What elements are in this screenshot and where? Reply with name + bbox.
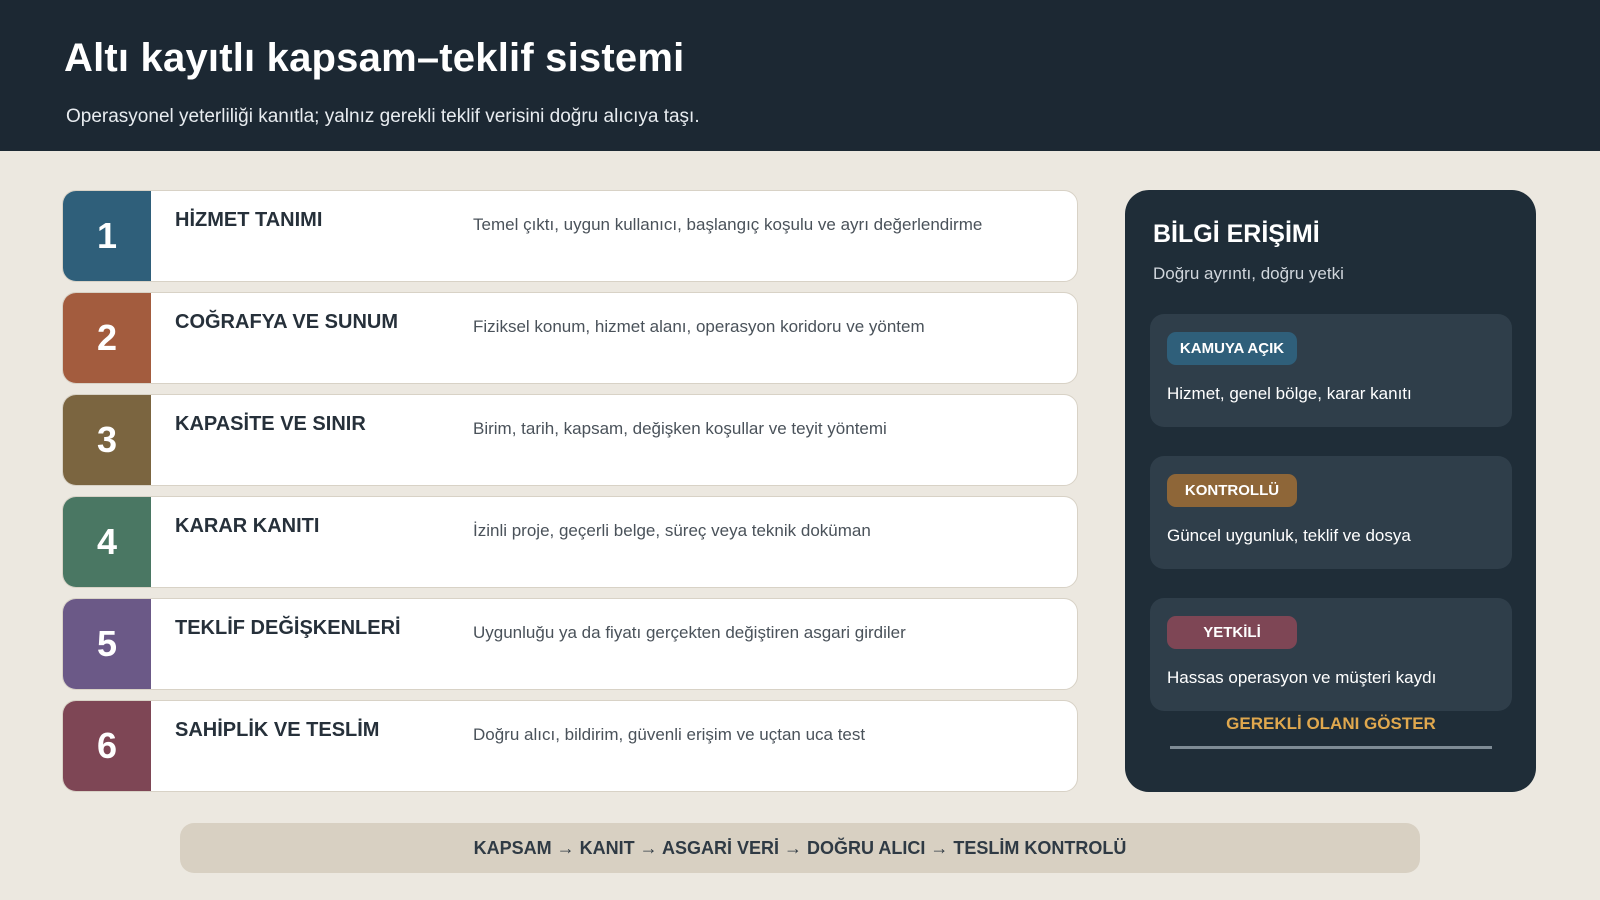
- access-card-authorized: YETKİLİ Hassas operasyon ve müşteri kayd…: [1150, 598, 1512, 711]
- step-number: 1: [63, 191, 151, 281]
- access-card-text: Güncel uygunluk, teklif ve dosya: [1167, 526, 1411, 545]
- step-description: Fiziksel konum, hizmet alanı, operasyon …: [473, 317, 925, 336]
- flow-summary-bar: KAPSAM → KANIT → ASGARİ VERİ → DOĞRU ALI…: [180, 823, 1420, 873]
- show-required-link[interactable]: GEREKLİ OLANI GÖSTER: [1170, 714, 1492, 734]
- access-badge: KONTROLLÜ: [1167, 474, 1297, 507]
- step-row: 6 SAHİPLİK VE TESLİM Doğru alıcı, bildir…: [62, 700, 1078, 792]
- step-title: HİZMET TANIMI: [175, 209, 323, 231]
- step-number: 4: [63, 497, 151, 587]
- access-badge: KAMUYA AÇIK: [1167, 332, 1297, 365]
- step-number: 2: [63, 293, 151, 383]
- access-card-text: Hassas operasyon ve müşteri kaydı: [1167, 668, 1437, 687]
- step-row: 3 KAPASİTE VE SINIR Birim, tarih, kapsam…: [62, 394, 1078, 486]
- step-title: SAHİPLİK VE TESLİM: [175, 719, 380, 741]
- access-panel: BİLGİ ERİŞİMİ Doğru ayrıntı, doğru yetki…: [1125, 190, 1536, 792]
- access-card-public: KAMUYA AÇIK Hizmet, genel bölge, karar k…: [1150, 314, 1512, 427]
- step-title: COĞRAFYA VE SUNUM: [175, 311, 398, 333]
- step-title: KARAR KANITI: [175, 515, 320, 537]
- step-row: 5 TEKLİF DEĞİŞKENLERİ Uygunluğu ya da fi…: [62, 598, 1078, 690]
- step-row: 4 KARAR KANITI İzinli proje, geçerli bel…: [62, 496, 1078, 588]
- page-subtitle: Operasyonel yeterliliği kanıtla; yalnız …: [66, 106, 700, 127]
- step-description: İzinli proje, geçerli belge, süreç veya …: [473, 521, 871, 540]
- step-description: Birim, tarih, kapsam, değişken koşullar …: [473, 419, 887, 438]
- panel-title: BİLGİ ERİŞİMİ: [1153, 220, 1320, 248]
- access-card-controlled: KONTROLLÜ Güncel uygunluk, teklif ve dos…: [1150, 456, 1512, 569]
- header-banner: Altı kayıtlı kapsam–teklif sistemi Opera…: [0, 0, 1600, 151]
- access-badge: YETKİLİ: [1167, 616, 1297, 649]
- step-number: 5: [63, 599, 151, 689]
- step-description: Doğru alıcı, bildirim, güvenli erişim ve…: [473, 725, 866, 744]
- panel-subtitle: Doğru ayrıntı, doğru yetki: [1153, 264, 1344, 283]
- page-title: Altı kayıtlı kapsam–teklif sistemi: [64, 36, 685, 80]
- step-title: TEKLİF DEĞİŞKENLERİ: [175, 617, 401, 639]
- step-row: 1 HİZMET TANIMI Temel çıktı, uygun kulla…: [62, 190, 1078, 282]
- step-description: Temel çıktı, uygun kullanıcı, başlangıç …: [473, 215, 983, 234]
- step-number: 3: [63, 395, 151, 485]
- access-card-text: Hizmet, genel bölge, karar kanıtı: [1167, 384, 1412, 403]
- step-number: 6: [63, 701, 151, 791]
- step-title: KAPASİTE VE SINIR: [175, 413, 366, 435]
- step-row: 2 COĞRAFYA VE SUNUM Fiziksel konum, hizm…: [62, 292, 1078, 384]
- step-description: Uygunluğu ya da fiyatı gerçekten değişti…: [473, 623, 906, 642]
- cta-underline: [1170, 746, 1492, 749]
